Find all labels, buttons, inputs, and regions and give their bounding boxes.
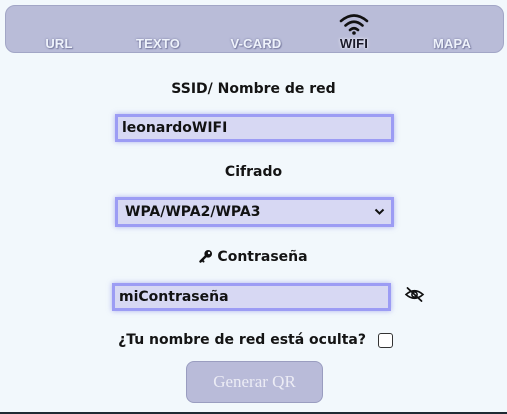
tab-wifi[interactable]: WIFI xyxy=(314,6,394,54)
ssid-input[interactable] xyxy=(115,114,394,142)
cipher-select[interactable]: WPA/WPA2/WPA3 xyxy=(115,197,394,227)
tab-texto[interactable]: TEXTO xyxy=(119,6,197,54)
key-icon xyxy=(199,250,213,263)
wifi-icon xyxy=(339,14,369,35)
chevron-down-icon xyxy=(374,208,385,215)
cipher-selected-value: WPA/WPA2/WPA3 xyxy=(125,204,261,220)
tab-vcard[interactable]: V-CARD xyxy=(216,6,296,54)
ssid-label: SSID/ Nombre de red xyxy=(171,81,336,97)
hidden-network-checkbox[interactable] xyxy=(378,333,393,348)
password-label: Contraseña xyxy=(217,249,308,265)
tab-label: TEXTO xyxy=(135,36,181,51)
tab-mapa[interactable]: MAPA xyxy=(412,6,492,54)
tab-label: V-CARD xyxy=(230,36,282,51)
tab-label: MAPA xyxy=(432,36,472,51)
tab-label: WIFI xyxy=(339,36,369,51)
password-input[interactable] xyxy=(112,283,391,311)
tab-url[interactable]: URL xyxy=(20,6,98,54)
hidden-network-label: ¿Tu nombre de red está oculta? xyxy=(118,332,366,348)
generate-qr-button-label: Generar QR xyxy=(213,372,296,391)
password-label-row: Contraseña xyxy=(0,249,507,265)
tab-bar: URL TEXTO V-CARD WIFI MAPA xyxy=(5,5,504,53)
generate-qr-button[interactable]: Generar QR xyxy=(186,361,323,403)
cipher-label: Cifrado xyxy=(224,164,283,180)
tab-label: URL xyxy=(45,36,73,51)
eye-slash-icon[interactable] xyxy=(404,286,425,303)
